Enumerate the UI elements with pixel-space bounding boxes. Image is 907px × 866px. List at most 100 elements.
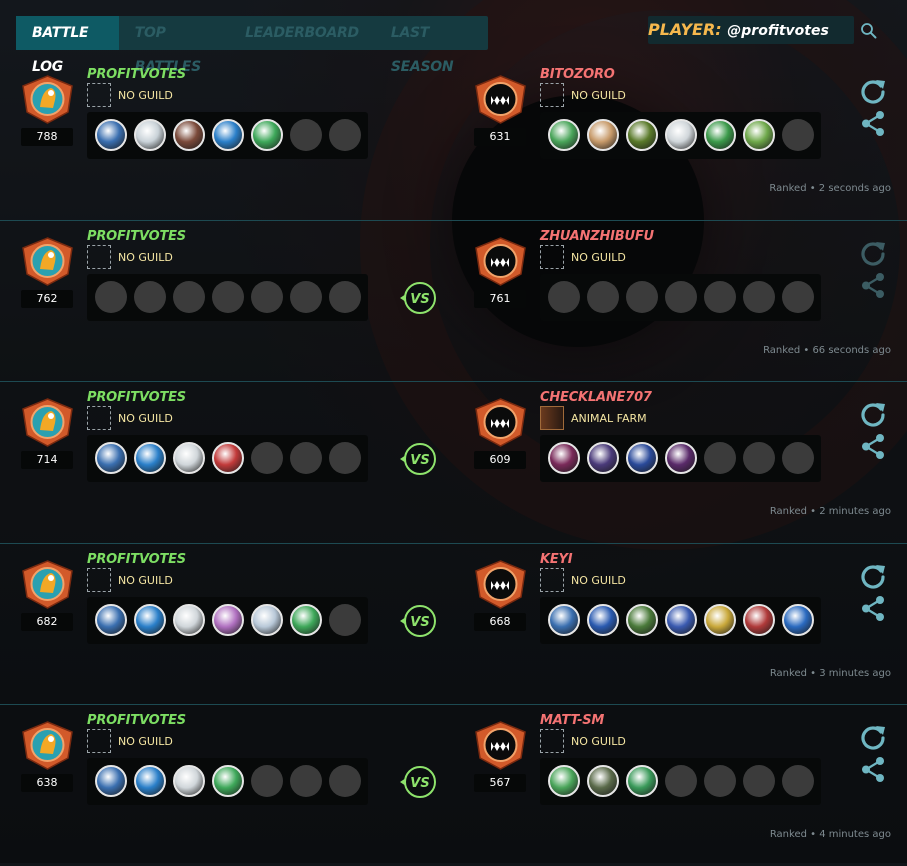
share-icon[interactable]: [860, 110, 887, 137]
team-cards: [540, 597, 821, 644]
card-avatar[interactable]: [743, 604, 775, 636]
share-icon[interactable]: [860, 272, 887, 299]
svg-text:VS: VS: [410, 292, 429, 307]
card-avatar[interactable]: [95, 442, 127, 474]
empty-card-slot: [548, 281, 580, 313]
tab-leaderboard[interactable]: LEADERBOARD: [229, 16, 375, 50]
guild-name: NO GUILD: [571, 735, 626, 748]
player-name[interactable]: PROFITVOTES: [87, 390, 186, 405]
tab-battle-log[interactable]: BATTLE LOG: [16, 16, 119, 75]
card-avatar[interactable]: [587, 442, 619, 474]
card-avatar[interactable]: [212, 765, 244, 797]
empty-card-slot: [704, 281, 736, 313]
card-avatar[interactable]: [212, 119, 244, 151]
card-avatar[interactable]: [704, 119, 736, 151]
tab-top-battles[interactable]: TOP BATTLES: [119, 16, 229, 75]
card-avatar[interactable]: [548, 604, 580, 636]
empty-card-slot: [212, 281, 244, 313]
team-cards: [540, 112, 821, 159]
card-avatar[interactable]: [134, 604, 166, 636]
card-avatar[interactable]: [173, 442, 205, 474]
card-avatar[interactable]: [95, 765, 127, 797]
share-icon[interactable]: [860, 433, 887, 460]
card-avatar[interactable]: [743, 119, 775, 151]
empty-card-slot: [782, 442, 814, 474]
share-icon[interactable]: [860, 756, 887, 783]
empty-card-slot: [290, 765, 322, 797]
search-icon[interactable]: [860, 22, 878, 40]
player-name[interactable]: ZHUANZHIBUFU: [540, 229, 654, 244]
empty-card-slot: [704, 765, 736, 797]
card-avatar[interactable]: [173, 765, 205, 797]
team-cards: [87, 112, 368, 159]
player-field[interactable]: PLAYER: @profitvotes: [648, 16, 854, 44]
card-avatar[interactable]: [548, 765, 580, 797]
replay-icon[interactable]: [860, 562, 887, 589]
empty-card-slot: [665, 281, 697, 313]
card-avatar[interactable]: [665, 442, 697, 474]
empty-card-slot: [665, 765, 697, 797]
share-icon[interactable]: [860, 595, 887, 622]
card-avatar[interactable]: [626, 604, 658, 636]
empty-card-slot: [704, 442, 736, 474]
player-name[interactable]: MATT-SM: [540, 713, 604, 728]
card-avatar[interactable]: [587, 119, 619, 151]
card-avatar[interactable]: [173, 604, 205, 636]
empty-card-slot: [626, 281, 658, 313]
empty-card-slot: [329, 119, 361, 151]
card-avatar[interactable]: [587, 604, 619, 636]
empty-card-slot: [329, 604, 361, 636]
empty-card-slot: [782, 119, 814, 151]
player-name[interactable]: PROFITVOTES: [87, 552, 186, 567]
vs-badge: VS: [400, 443, 436, 475]
card-avatar[interactable]: [134, 765, 166, 797]
player-name[interactable]: BITOZORO: [540, 67, 615, 82]
card-avatar[interactable]: [251, 604, 283, 636]
player-value: @profitvotes: [727, 23, 829, 39]
battle-row: 714 PROFITVOTES NO GUILD 609 CHECKLANE707 ANI…: [0, 381, 907, 543]
guild-name: NO GUILD: [571, 574, 626, 587]
player-emblem-icon: [22, 721, 73, 770]
card-avatar[interactable]: [95, 119, 127, 151]
card-avatar[interactable]: [626, 442, 658, 474]
battle-result-time: Ranked • 3 minutes ago: [769, 668, 891, 679]
guild-name: ANIMAL FARM: [571, 412, 647, 425]
guild-banner-icon: [540, 729, 564, 753]
card-avatar[interactable]: [95, 604, 127, 636]
rating-badge: 762: [21, 290, 73, 308]
card-avatar[interactable]: [626, 119, 658, 151]
card-avatar[interactable]: [548, 442, 580, 474]
player-name[interactable]: PROFITVOTES: [87, 229, 186, 244]
player-name[interactable]: PROFITVOTES: [87, 67, 186, 82]
card-avatar[interactable]: [626, 765, 658, 797]
card-avatar[interactable]: [290, 604, 322, 636]
card-avatar[interactable]: [587, 765, 619, 797]
team-cards: [540, 758, 821, 805]
player-name[interactable]: KEYI: [540, 552, 573, 567]
card-avatar[interactable]: [134, 119, 166, 151]
vs-badge: VS: [400, 766, 436, 798]
card-avatar[interactable]: [665, 604, 697, 636]
rating-badge: 631: [474, 128, 526, 146]
team-cards: [87, 758, 368, 805]
card-avatar[interactable]: [134, 442, 166, 474]
card-avatar[interactable]: [548, 119, 580, 151]
card-avatar[interactable]: [665, 119, 697, 151]
battle-result-time: Ranked • 2 seconds ago: [769, 183, 891, 194]
card-avatar[interactable]: [782, 604, 814, 636]
replay-icon[interactable]: [860, 400, 887, 427]
replay-icon[interactable]: [860, 239, 887, 266]
card-avatar[interactable]: [251, 119, 283, 151]
player-name[interactable]: PROFITVOTES: [87, 713, 186, 728]
guild-banner-icon: [540, 83, 564, 107]
tab-last-season[interactable]: LAST SEASON: [375, 16, 488, 75]
card-avatar[interactable]: [212, 442, 244, 474]
replay-icon[interactable]: [860, 723, 887, 750]
svg-text:VS: VS: [410, 453, 429, 468]
card-avatar[interactable]: [173, 119, 205, 151]
rating-badge: 761: [474, 290, 526, 308]
card-avatar[interactable]: [704, 604, 736, 636]
replay-icon[interactable]: [860, 77, 887, 104]
card-avatar[interactable]: [212, 604, 244, 636]
player-name[interactable]: CHECKLANE707: [540, 390, 652, 405]
